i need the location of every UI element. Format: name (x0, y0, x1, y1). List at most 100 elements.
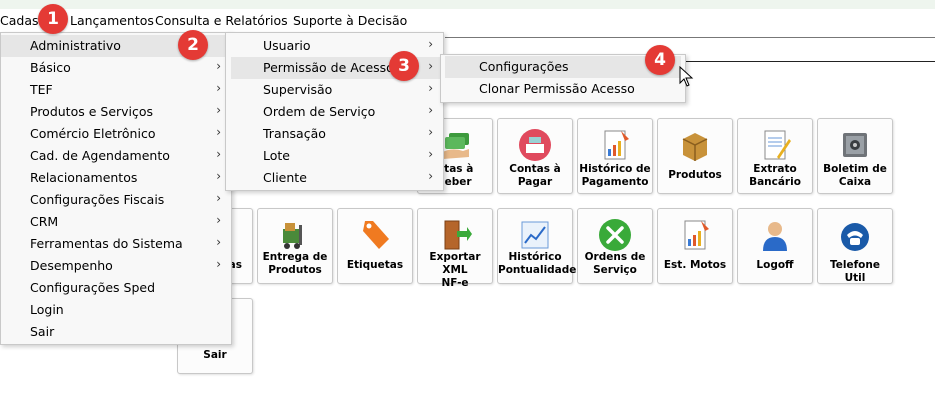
tile-historico-pontualidade[interactable]: Histórico Pontualidade (497, 208, 577, 284)
chevron-right-icon: › (428, 147, 433, 161)
step-badge-4: 4 (645, 45, 675, 75)
tile-label: Telefone Util (830, 259, 880, 284)
menu-item-label: Produtos e Serviços (30, 104, 154, 119)
tile-boletim-caixa[interactable]: Boletim de Caixa (817, 118, 893, 194)
menu-cadastros: Administrativo Básico › TEF › Produtos e S… (0, 32, 232, 345)
tile-label: Boletim de Caixa (823, 163, 887, 188)
chevron-right-icon: › (428, 59, 433, 73)
menu-item-desempenho[interactable]: Desempenho › (1, 255, 231, 277)
mouse-cursor-icon (679, 66, 694, 87)
tile-ordens-servico[interactable]: Ordens de Serviço (577, 208, 653, 284)
form-field-border (445, 37, 935, 38)
menu-item-label: Administrativo (30, 38, 121, 53)
chevron-right-icon: › (216, 191, 221, 205)
chevron-right-icon: › (216, 103, 221, 117)
line-chart-icon (521, 221, 549, 249)
menu-item-label: CRM (30, 214, 59, 229)
menu-item-basico[interactable]: Básico › (1, 57, 231, 79)
tile-label: Produtos (668, 169, 722, 181)
menu-item-produtos-servicos[interactable]: Produtos e Serviços › (1, 101, 231, 123)
tile-exportar-xml[interactable]: Exportar XML NF-e (417, 208, 493, 289)
menu-item-label: Configurações (479, 59, 569, 74)
menu-item-cliente[interactable]: Cliente › (226, 167, 443, 189)
chevron-right-icon: › (428, 125, 433, 139)
menu-item-label: Ferramentas do Sistema (30, 236, 183, 251)
menu-item-ferramentas-sistema[interactable]: Ferramentas do Sistema › (1, 233, 231, 255)
menu-item-tef[interactable]: TEF › (1, 79, 231, 101)
tile-historico-pagamento[interactable]: Histórico de Pagamento (577, 118, 653, 194)
menu-item-crm[interactable]: CRM › (1, 211, 231, 233)
menu-item-label: TEF (30, 82, 53, 97)
menu-item-label: Cliente (263, 170, 307, 185)
chevron-right-icon: › (216, 147, 221, 161)
menu-item-transacao[interactable]: Transação › (226, 123, 443, 145)
document-chart-icon (684, 220, 709, 250)
menu-item-lote[interactable]: Lote › (226, 145, 443, 167)
document-pen-icon (764, 130, 791, 160)
tile-label: Histórico Pontualidade (498, 251, 577, 276)
cash-register-icon (519, 129, 551, 161)
menu-item-label: Clonar Permissão Acesso (479, 81, 635, 96)
menubar-suporte-decisao[interactable]: Suporte à Decisão (293, 13, 407, 28)
chevron-right-icon: › (216, 235, 221, 249)
tile-label: Sair (203, 349, 227, 361)
chevron-right-icon: › (216, 81, 221, 95)
menu-item-label: Permissão de Acesso (263, 60, 394, 75)
menu-item-clonar-permissao-acesso[interactable]: Clonar Permissão Acesso (441, 78, 685, 100)
menu-item-label: Relacionamentos (30, 170, 138, 185)
menu-item-relacionamentos[interactable]: Relacionamentos › (1, 167, 231, 189)
forklift-icon (283, 223, 302, 249)
chevron-right-icon: › (216, 59, 221, 73)
menu-item-label: Básico (30, 60, 71, 75)
chevron-right-icon: › (428, 103, 433, 117)
menu-item-label: Lote (263, 148, 290, 163)
tile-extrato-bancario[interactable]: Extrato Bancário (737, 118, 813, 194)
menu-item-label: Login (30, 302, 64, 317)
menu-item-label: Cad. de Agendamento (30, 148, 170, 163)
menu-item-label: Ordem de Serviço (263, 104, 376, 119)
menubar-cadastros[interactable]: Cadas (0, 13, 39, 28)
tile-produtos[interactable]: Produtos (657, 118, 733, 194)
menu-item-label: Comércio Eletrônico (30, 126, 156, 141)
box-icon (682, 133, 708, 161)
menu-item-configuracoes-fiscais[interactable]: Configurações Fiscais › (1, 189, 231, 211)
tile-est-motos[interactable]: Est. Motos (657, 208, 733, 284)
menu-item-sair[interactable]: Sair (1, 321, 231, 343)
step-badge-1: 1 (38, 4, 68, 34)
tile-entrega-produtos[interactable]: Entrega de Produtos (257, 208, 333, 284)
menu-item-label: Sair (30, 324, 55, 339)
menu-item-label: Supervisão (263, 82, 333, 97)
user-icon (763, 222, 787, 251)
step-badge-2: 2 (178, 30, 208, 60)
tag-icon (363, 221, 389, 249)
tools-icon (599, 219, 631, 251)
tile-label: Histórico de Pagamento (579, 163, 651, 188)
tile-telefone-util[interactable]: Telefone Util (817, 208, 893, 284)
phone-icon (841, 223, 869, 251)
menu-item-label: Transação (263, 126, 326, 141)
tile-label: Contas à Pagar (509, 163, 561, 188)
menu-item-ordem-servico[interactable]: Ordem de Serviço › (226, 101, 443, 123)
tile-contas-pagar[interactable]: Contas à Pagar (497, 118, 573, 194)
menu-item-configuracoes-sped[interactable]: Configurações Sped (1, 277, 231, 299)
menu-item-login[interactable]: Login (1, 299, 231, 321)
chevron-right-icon: › (428, 169, 433, 183)
menu-item-supervisao[interactable]: Supervisão › (226, 79, 443, 101)
menu-item-comercio-eletronico[interactable]: Comércio Eletrônico › (1, 123, 231, 145)
tile-logoff[interactable]: Logoff (737, 208, 813, 284)
menu-item-cad-agendamento[interactable]: Cad. de Agendamento › (1, 145, 231, 167)
safe-icon (843, 133, 867, 157)
tile-etiquetas[interactable]: Etiquetas (337, 208, 413, 284)
tile-label: Logoff (756, 259, 794, 271)
menubar-lancamentos[interactable]: Lançamentos (70, 13, 154, 28)
menu-item-label: Configurações Sped (30, 280, 156, 295)
tile-label: Extrato Bancário (749, 163, 801, 188)
door-arrow-icon (444, 220, 472, 250)
menubar-consulta-relatorios[interactable]: Consulta e Relatórios (155, 13, 288, 28)
menu-item-label: Usuario (263, 38, 311, 53)
menu-item-label: Configurações Fiscais (30, 192, 165, 207)
chevron-right-icon: › (428, 81, 433, 95)
tile-label: Entrega de Produtos (262, 251, 328, 276)
tile-label: Ordens de Serviço (584, 251, 646, 276)
menu-bar: Cadas Lançamentos Consulta e Relatórios … (0, 9, 935, 33)
